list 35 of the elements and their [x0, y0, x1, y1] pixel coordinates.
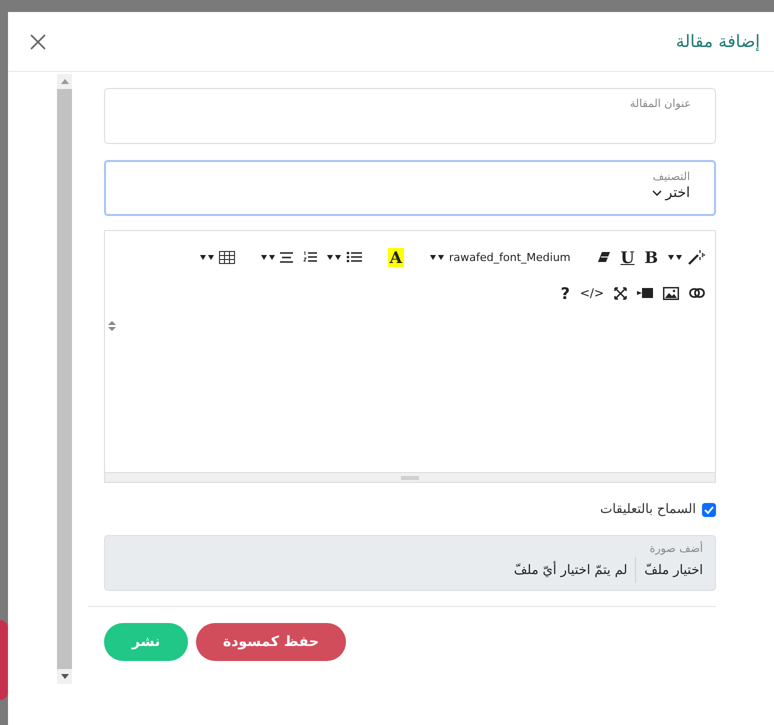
file-status-text: لم يتمّ اختيار أيّ ملفّ [514, 562, 628, 578]
input-field[interactable]: عنوان المقالة [104, 88, 716, 144]
select-field[interactable]: التصنيف اختر [104, 160, 716, 216]
field-label: عنوان المقالة [630, 97, 691, 110]
link-icon[interactable] [689, 288, 705, 298]
field-label: التصنيف [652, 170, 690, 183]
underline-button[interactable]: U [620, 248, 634, 266]
file-upload-field[interactable]: أضف صورة اختيار ملفّ لم يتمّ اختيار أيّ ملفّ [104, 535, 716, 591]
save-draft-button[interactable]: حفظ كمسودة [196, 623, 346, 661]
scroll-down-icon[interactable] [60, 674, 68, 679]
table-icon[interactable] [218, 250, 235, 264]
bold-button[interactable]: B [644, 248, 658, 266]
magic-wand-icon[interactable] [687, 248, 705, 266]
font-dropdown[interactable]: rawafed_font_Medium [449, 250, 571, 264]
help-button[interactable]: ? [560, 284, 570, 302]
resize-handle[interactable] [105, 472, 715, 482]
fullscreen-icon[interactable] [614, 286, 627, 300]
close-icon[interactable] [30, 34, 46, 50]
bulleted-list-icon[interactable] [346, 251, 362, 263]
video-icon[interactable] [637, 288, 653, 298]
checkbox-label: السماح بالتعليقات [600, 502, 696, 517]
eraser-icon[interactable] [596, 251, 611, 263]
code-view-button[interactable]: </> [580, 286, 604, 300]
resize-spinner-icon [107, 320, 117, 332]
modal-title: إضافة مقالة [676, 32, 760, 52]
checkmark-icon [704, 506, 714, 514]
checkbox[interactable] [702, 502, 716, 516]
choose-file-button[interactable]: اختيار ملفّ [635, 557, 703, 583]
select-value: اختر [666, 185, 690, 201]
highlight-button[interactable]: A [388, 248, 404, 266]
chevron-down-icon [652, 190, 662, 196]
align-icon[interactable] [280, 252, 293, 262]
numbered-list-icon[interactable] [302, 251, 317, 263]
image-icon[interactable] [663, 286, 679, 300]
field-label: أضف صورة [650, 542, 703, 555]
